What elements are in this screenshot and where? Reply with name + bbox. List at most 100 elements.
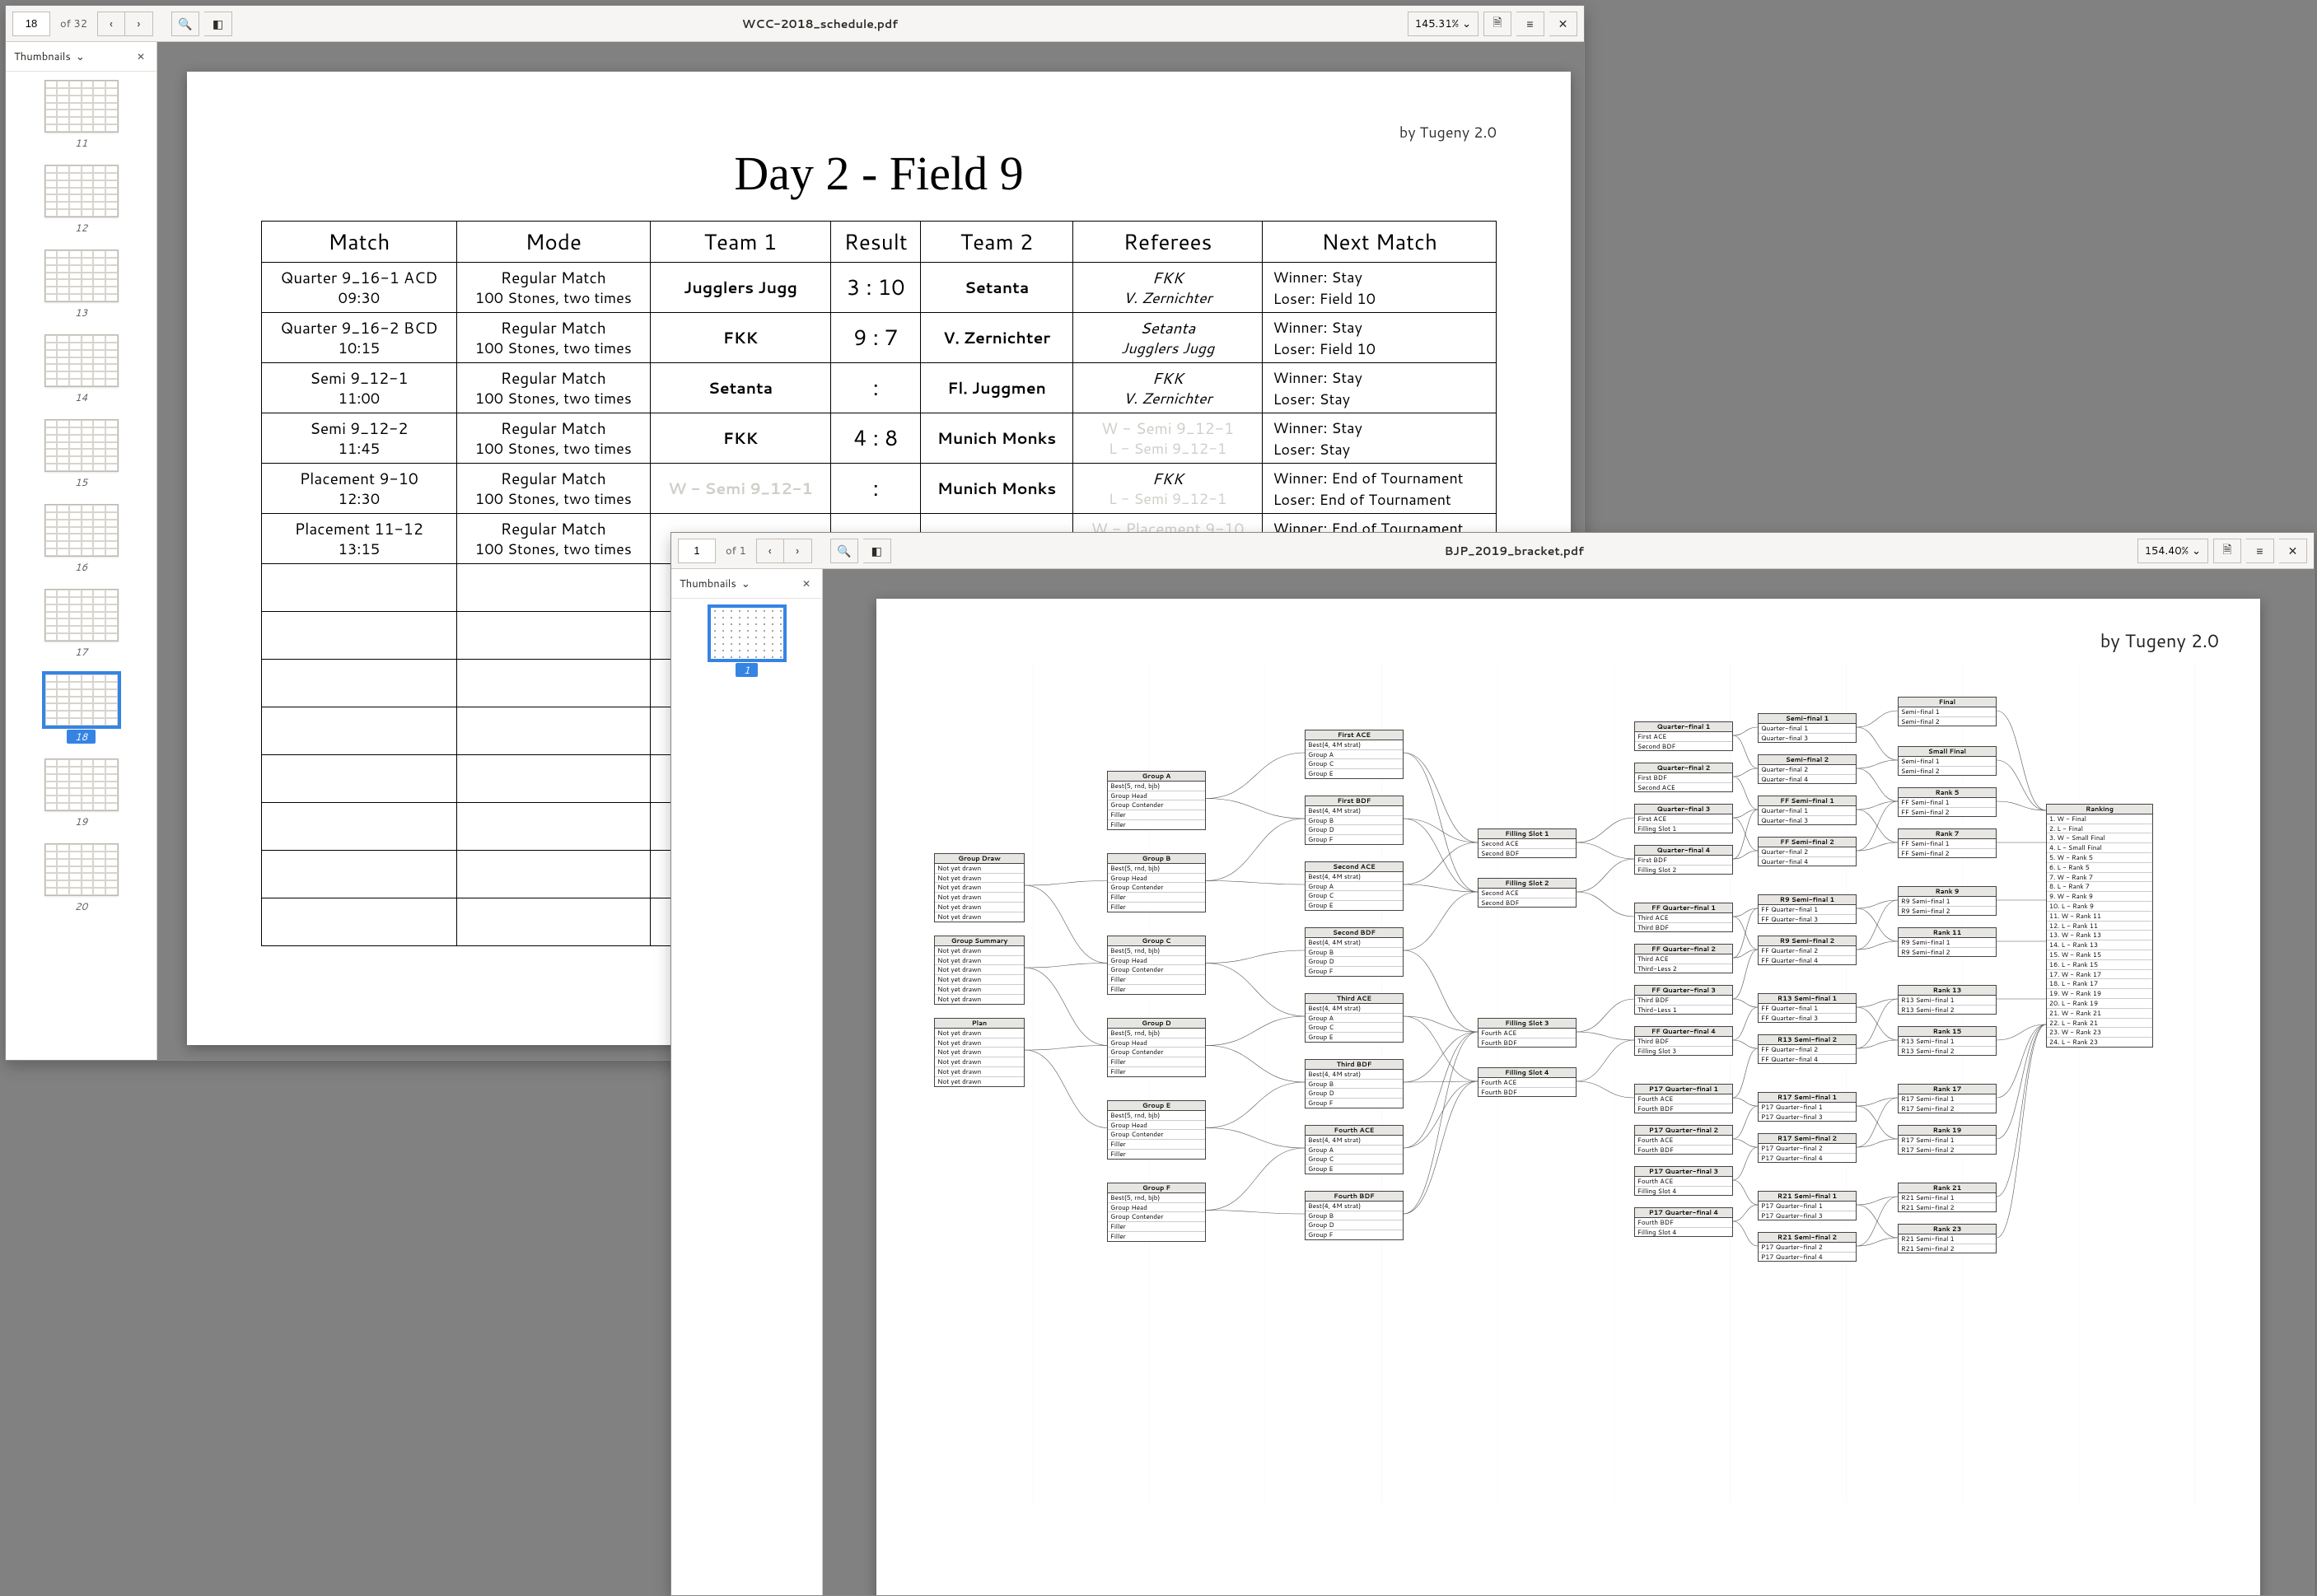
- prev-page-button[interactable]: ‹: [97, 12, 125, 36]
- bracket-node: Filling Slot 4Fourth ACEFourth BDF: [1478, 1067, 1577, 1097]
- close-icon: ✕: [1558, 16, 1568, 32]
- table-cell: W - Semi 9_12-1: [650, 464, 830, 514]
- thumbnail-item[interactable]: 20: [6, 843, 156, 913]
- bracket-node-row: P17 Quarter-final 3: [1759, 1211, 1856, 1220]
- bracket-node-row: Not yet drawn: [935, 1067, 1024, 1077]
- bracket-node-row: Group A: [1306, 1146, 1403, 1155]
- bracket-node-row: P17 Quarter-final 1: [1759, 1103, 1856, 1113]
- prev-page-button[interactable]: ‹: [756, 539, 784, 563]
- bracket-node-row: Not yet drawn: [935, 864, 1024, 874]
- bracket-node: First ACEBest(4, 4M strat)Group AGroup C…: [1305, 730, 1404, 779]
- side-panel-close-button[interactable]: ✕: [133, 49, 148, 64]
- thumbnail-item[interactable]: 18: [6, 674, 156, 744]
- close-button[interactable]: ✕: [2279, 539, 2307, 563]
- bracket-node-row: Fourth BDF: [1478, 1038, 1576, 1048]
- table-cell: Munich Monks: [921, 413, 1072, 464]
- bracket-node-row: Not yet drawn: [935, 1077, 1024, 1086]
- next-page-button[interactable]: ›: [125, 12, 153, 36]
- bracket-node: Semi-final 2Quarter-final 2Quarter-final…: [1758, 754, 1857, 784]
- sidebar-toggle-button[interactable]: ◧: [863, 539, 891, 563]
- bracket-node-title: Group C: [1108, 936, 1205, 946]
- bracket-node-row: Best(5, rnd, bjb): [1108, 1111, 1205, 1121]
- zoom-dropdown[interactable]: 145.31% ⌄: [1408, 12, 1478, 36]
- thumbnail-item[interactable]: 19: [6, 758, 156, 828]
- page-number-input[interactable]: [678, 539, 716, 563]
- bracket-node-row: 15. W - Rank 15: [2047, 950, 2152, 960]
- bracket-node-row: Second BDF: [1478, 849, 1576, 858]
- thumbnail-item[interactable]: 14: [6, 334, 156, 404]
- thumbnail-item[interactable]: 12: [6, 165, 156, 235]
- page-number-input[interactable]: [12, 12, 50, 36]
- document-title: BJP_2019_bracket.pdf: [896, 543, 2132, 559]
- menu-button[interactable]: ≡: [1516, 12, 1544, 36]
- page-viewport[interactable]: by Tugeny 2.0 Group DrawNot yet drawnNot…: [823, 569, 2314, 1595]
- bracket-node-row: Best(5, rnd, bjb): [1108, 1029, 1205, 1038]
- table-cell: [262, 803, 457, 851]
- thumbnail-item[interactable]: 1: [671, 607, 822, 677]
- search-button[interactable]: 🔍: [830, 539, 858, 563]
- table-cell: Placement 11-1213:15: [262, 514, 457, 564]
- search-icon: 🔍: [837, 543, 851, 559]
- thumbnail-item[interactable]: 16: [6, 504, 156, 574]
- bracket-node-row: Third-Less 2: [1635, 964, 1732, 973]
- thumbnails-list[interactable]: 1: [671, 599, 822, 1595]
- bracket-node-row: FF Quarter-final 3: [1759, 915, 1856, 924]
- thumbnail-item[interactable]: 17: [6, 589, 156, 659]
- bracket-node-row: Fourth ACE: [1478, 1078, 1576, 1088]
- chevron-down-icon[interactable]: ⌄: [76, 49, 85, 64]
- bracket-node-row: Best(4, 4M strat): [1306, 1136, 1403, 1146]
- thumbnails-list[interactable]: 11 12 13 14 15 16 17 18 19 20: [6, 72, 156, 1060]
- zoom-dropdown[interactable]: 154.40% ⌄: [2137, 539, 2208, 563]
- sidebar-toggle-button[interactable]: ◧: [204, 12, 232, 36]
- bracket-node-row: R9 Semi-final 2: [1899, 948, 1996, 957]
- bracket-node-row: Third ACE: [1635, 954, 1732, 964]
- bracket-node-title: Filling Slot 1: [1478, 829, 1576, 839]
- bracket-node-row: Third ACE: [1635, 913, 1732, 923]
- bracket-node: Group DrawNot yet drawnNot yet drawnNot …: [934, 853, 1025, 922]
- bracket-node-row: Second ACE: [1478, 889, 1576, 898]
- bracket-node-row: Best(4, 4M strat): [1306, 1202, 1403, 1211]
- bracket-diagram: Group DrawNot yet drawnNot yet drawnNot …: [918, 664, 2219, 1504]
- page-of-label: of 1: [726, 544, 746, 558]
- table-cell: Winner: StayLoser: Stay: [1263, 363, 1497, 413]
- bracket-node: Group FBest(5, rnd, bjb)Group HeadGroup …: [1107, 1183, 1206, 1242]
- bracket-node-row: Filling Slot 2: [1635, 866, 1732, 875]
- properties-button[interactable]: 🗎: [2213, 539, 2241, 563]
- menu-button[interactable]: ≡: [2246, 539, 2274, 563]
- bracket-node-row: Third-Less 1: [1635, 1006, 1732, 1015]
- table-cell: Regular Match100 Stones, two times: [456, 464, 650, 514]
- bracket-node-title: Rank 19: [1899, 1126, 1996, 1136]
- thumbnail-item[interactable]: 11: [6, 80, 156, 150]
- bracket-node-row: 11. W - Rank 11: [2047, 912, 2152, 922]
- bracket-node-row: Group A: [1306, 882, 1403, 892]
- table-cell: Quarter 9_16-1 ACD09:30: [262, 263, 457, 313]
- side-panel-label: Thumbnails: [14, 49, 71, 64]
- chevron-down-icon[interactable]: ⌄: [741, 576, 750, 591]
- bracket-node-title: P17 Quarter-final 3: [1635, 1167, 1732, 1177]
- bracket-node-title: P17 Quarter-final 2: [1635, 1126, 1732, 1136]
- thumbnail-item[interactable]: 13: [6, 250, 156, 320]
- bracket-node-row: First BDF: [1635, 856, 1732, 866]
- thumbnail-number: 14: [75, 390, 87, 404]
- thumbnail-number: 18: [67, 730, 96, 744]
- thumbnail-item[interactable]: 15: [6, 419, 156, 489]
- side-panel-close-button[interactable]: ✕: [799, 576, 814, 591]
- bracket-node-title: P17 Quarter-final 1: [1635, 1085, 1732, 1094]
- bracket-node-row: Best(5, rnd, bjb): [1108, 864, 1205, 874]
- bracket-node-row: Group B: [1306, 816, 1403, 826]
- properties-button[interactable]: 🗎: [1483, 12, 1511, 36]
- bracket-node: P17 Quarter-final 2Fourth ACEFourth BDF: [1634, 1125, 1733, 1155]
- search-button[interactable]: 🔍: [171, 12, 199, 36]
- bracket-node: FF Semi-final 2Quarter-final 2Quarter-fi…: [1758, 837, 1857, 866]
- bracket-node: Semi-final 1Quarter-final 1Quarter-final…: [1758, 713, 1857, 743]
- bracket-node: Quarter-final 2First BDFSecond ACE: [1634, 763, 1733, 792]
- bracket-node-row: Best(5, rnd, bjb): [1108, 782, 1205, 791]
- bracket-node-row: P17 Quarter-final 3: [1759, 1113, 1856, 1122]
- bracket-node: FF Quarter-final 4Third BDFFilling Slot …: [1634, 1026, 1733, 1056]
- bracket-node: P17 Quarter-final 4Fourth BDFFilling Slo…: [1634, 1207, 1733, 1237]
- next-page-button[interactable]: ›: [784, 539, 812, 563]
- close-button[interactable]: ✕: [1549, 12, 1577, 36]
- bracket-node-title: Group A: [1108, 772, 1205, 782]
- bracket-node-row: FF Quarter-final 2: [1759, 946, 1856, 956]
- bracket-node-row: Group Contender: [1108, 883, 1205, 893]
